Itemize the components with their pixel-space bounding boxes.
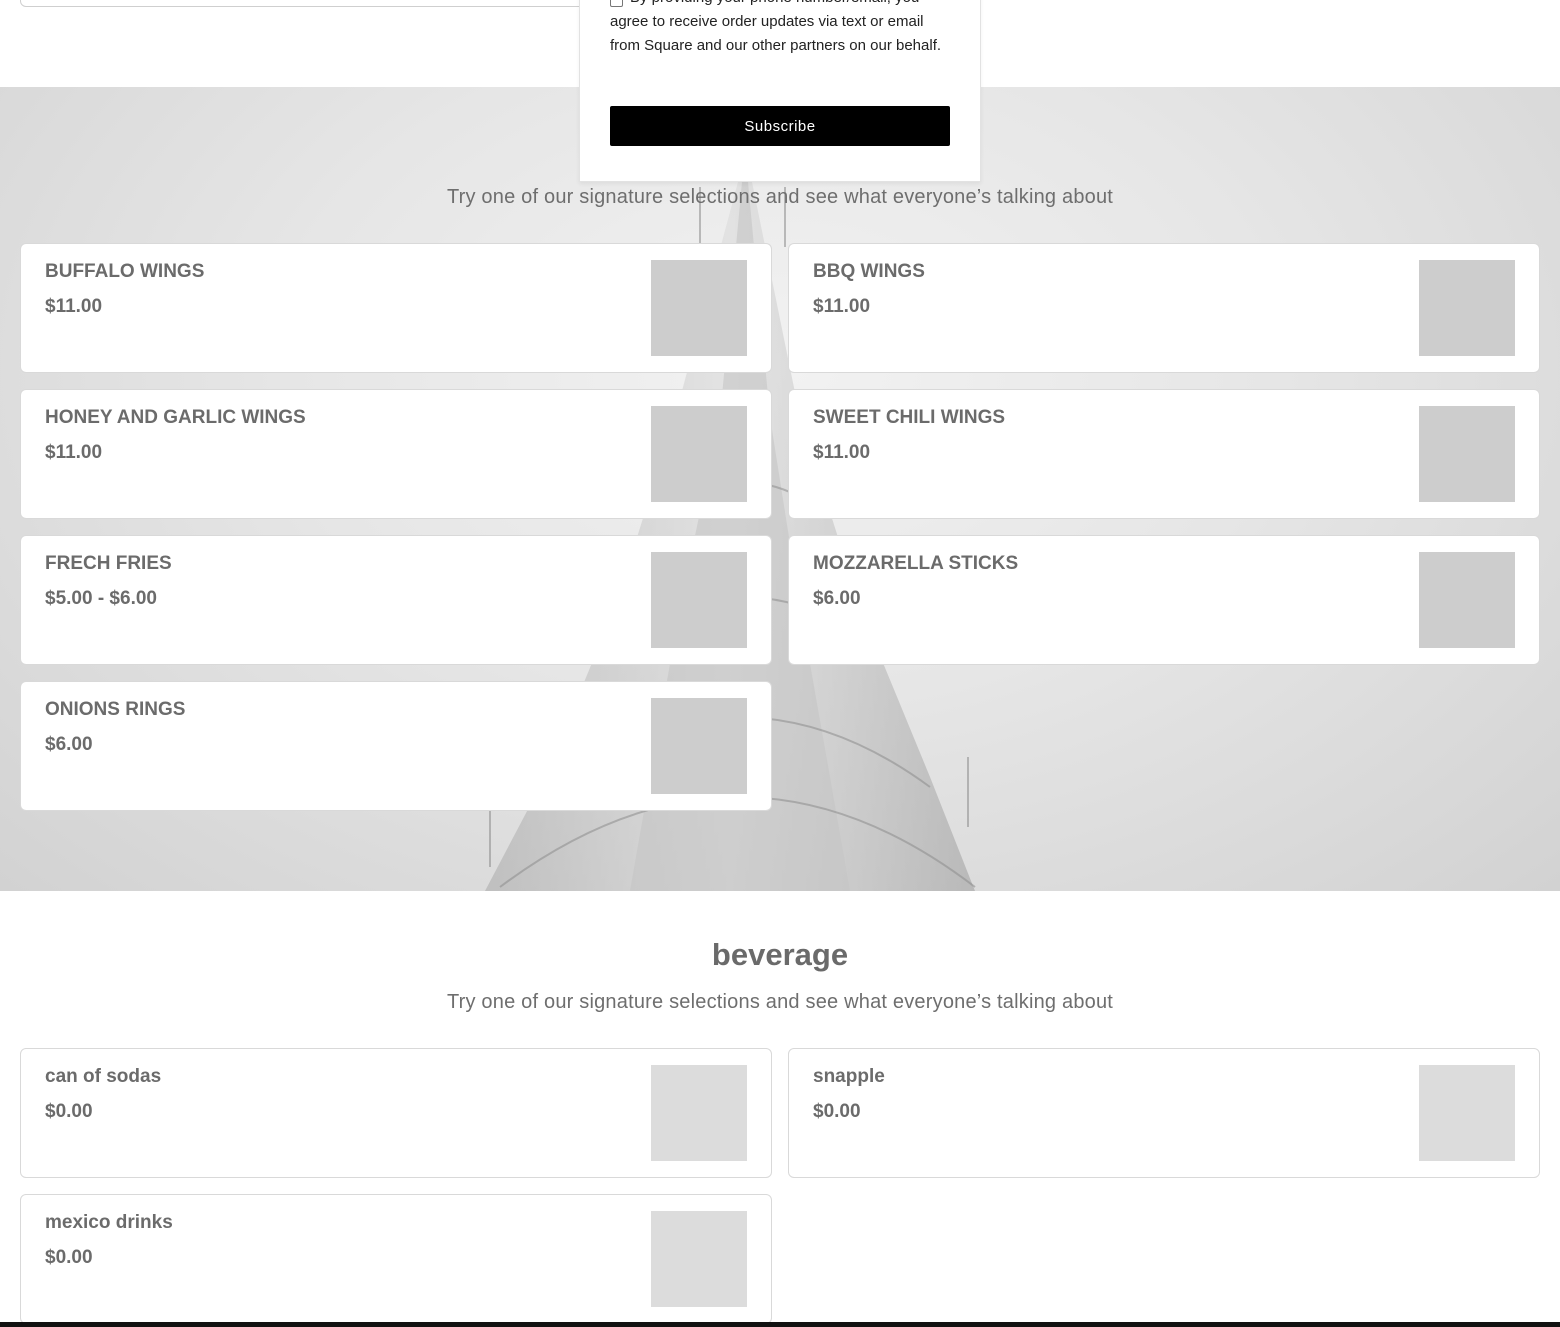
item-price: $6.00 (813, 588, 861, 609)
menu-item-card[interactable]: ONIONS RINGS $6.00 (20, 681, 772, 811)
item-name: BBQ WINGS (813, 261, 925, 282)
item-name: can of sodas (45, 1066, 162, 1087)
item-name: snapple (813, 1066, 885, 1087)
item-price: $0.00 (45, 1101, 93, 1122)
menu-item-card[interactable]: HONEY AND GARLIC WINGS $11.00 (20, 389, 772, 519)
menu-item-card[interactable]: BUFFALO WINGS $11.00 (20, 243, 772, 373)
item-image-placeholder (1419, 552, 1515, 648)
item-price: $0.00 (813, 1101, 861, 1122)
item-price: $0.00 (45, 1247, 93, 1268)
item-image-placeholder (1419, 1065, 1515, 1161)
menu-item-card[interactable]: MOZZARELLA STICKS $6.00 (788, 535, 1540, 665)
item-image-placeholder (651, 698, 747, 794)
subscribe-button[interactable]: Subscribe (610, 106, 950, 146)
item-image-placeholder (1419, 406, 1515, 502)
item-price: $5.00 - $6.00 (45, 588, 157, 609)
item-name: FRECH FRIES (45, 553, 172, 574)
menu-item-card[interactable]: snapple $0.00 (788, 1048, 1540, 1178)
item-price: $11.00 (813, 442, 871, 463)
item-name: HONEY AND GARLIC WINGS (45, 407, 306, 428)
beverage-section-subtitle: Try one of our signature selections and … (446, 991, 1114, 1013)
item-name: BUFFALO WINGS (45, 261, 205, 282)
item-name: mexico drinks (45, 1212, 173, 1233)
item-image-placeholder (651, 1065, 747, 1161)
item-image-placeholder (651, 1211, 747, 1307)
menu-item-card[interactable]: can of sodas $0.00 (20, 1048, 772, 1178)
item-name: ONIONS RINGS (45, 699, 186, 720)
bottom-bar (0, 1322, 1560, 1327)
item-price: $11.00 (813, 296, 871, 317)
text-field-partial[interactable] (20, 0, 600, 7)
item-image-placeholder (651, 552, 747, 648)
food-section: Try one of our signature selections and … (0, 87, 1560, 891)
consent-row: By providing your phone number/email, yo… (610, 0, 955, 58)
item-price: $11.00 (45, 442, 103, 463)
item-price: $6.00 (45, 734, 93, 755)
item-name: MOZZARELLA STICKS (813, 553, 1019, 574)
consent-text: By providing your phone number/email, yo… (610, 0, 942, 54)
item-image-placeholder (1419, 260, 1515, 356)
menu-item-card[interactable]: SWEET CHILI WINGS $11.00 (788, 389, 1540, 519)
menu-item-card[interactable]: mexico drinks $0.00 (20, 1194, 772, 1324)
item-image-placeholder (651, 260, 747, 356)
menu-item-card[interactable]: FRECH FRIES $5.00 - $6.00 (20, 535, 772, 665)
consent-checkbox[interactable] (610, 0, 623, 7)
beverage-section-title: beverage (711, 937, 849, 972)
subscribe-modal: By providing your phone number/email, yo… (579, 0, 981, 182)
item-name: SWEET CHILI WINGS (813, 407, 1006, 428)
item-price: $11.00 (45, 296, 103, 317)
food-section-subtitle: Try one of our signature selections and … (446, 186, 1114, 208)
item-image-placeholder (651, 406, 747, 502)
menu-item-card[interactable]: BBQ WINGS $11.00 (788, 243, 1540, 373)
